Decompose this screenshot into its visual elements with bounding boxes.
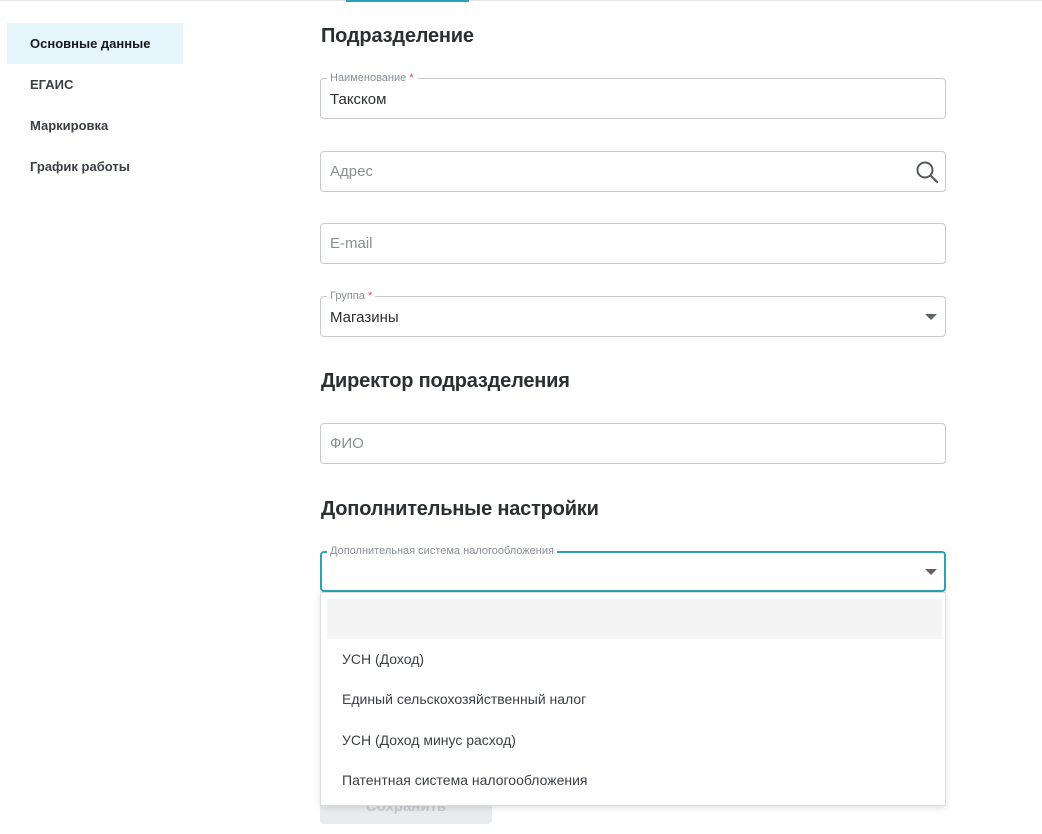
tax-system-select[interactable]: Дополнительная система налогообложения xyxy=(320,544,946,592)
sidebar-item-egais[interactable]: ЕГАИС xyxy=(7,64,183,105)
sidebar: Основные данные ЕГАИС Маркировка График … xyxy=(7,23,183,187)
dropdown-option-usn-income[interactable]: УСН (Доход) xyxy=(342,651,424,667)
dropdown-option-usn-income-minus-expense[interactable]: УСН (Доход минус расход) xyxy=(342,732,516,748)
email-field[interactable]: E-mail xyxy=(320,223,946,264)
sidebar-item-basic-data[interactable]: Основные данные xyxy=(7,23,183,64)
additional-section-title: Дополнительные настройки xyxy=(321,498,599,520)
sidebar-item-marking[interactable]: Маркировка xyxy=(7,105,183,146)
tax-system-label: Дополнительная система налогообложения xyxy=(327,544,557,558)
dropdown-option-empty[interactable] xyxy=(327,599,942,639)
chevron-down-icon[interactable] xyxy=(925,569,937,575)
sidebar-item-label: Маркировка xyxy=(30,118,109,133)
email-placeholder: E-mail xyxy=(330,235,373,252)
address-placeholder: Адрес xyxy=(330,163,373,180)
director-section-title: Директор подразделения xyxy=(321,370,570,392)
chevron-down-icon[interactable] xyxy=(925,314,937,320)
dropdown-option-eshn[interactable]: Единый сельскохозяйственный налог xyxy=(342,691,586,707)
division-section-title: Подразделение xyxy=(321,25,474,47)
sidebar-item-schedule[interactable]: График работы xyxy=(7,146,183,187)
search-icon[interactable] xyxy=(915,160,939,184)
sidebar-item-label: Основные данные xyxy=(30,36,151,51)
name-field-value: Такском xyxy=(330,91,387,108)
name-field-label: Наименование * xyxy=(327,71,417,85)
fio-placeholder: ФИО xyxy=(330,435,364,452)
group-field-label: Группа * xyxy=(327,289,376,303)
required-mark: * xyxy=(367,290,373,302)
group-select[interactable]: Группа * Магазины xyxy=(320,289,946,337)
name-field[interactable]: Наименование * Такском xyxy=(320,71,946,119)
required-mark: * xyxy=(409,72,414,84)
group-field-value: Магазины xyxy=(330,309,399,326)
top-divider xyxy=(0,0,1042,1)
sidebar-item-label: ЕГАИС xyxy=(30,77,74,92)
dropdown-option-patent[interactable]: Патентная система налогообложения xyxy=(342,772,588,788)
active-tab-indicator xyxy=(346,0,469,2)
sidebar-item-label: График работы xyxy=(30,159,130,174)
tax-system-dropdown-menu: УСН (Доход) Единый сельскохозяйственный … xyxy=(320,592,946,806)
fio-field[interactable]: ФИО xyxy=(320,423,946,464)
address-field[interactable]: Адрес xyxy=(320,151,946,192)
